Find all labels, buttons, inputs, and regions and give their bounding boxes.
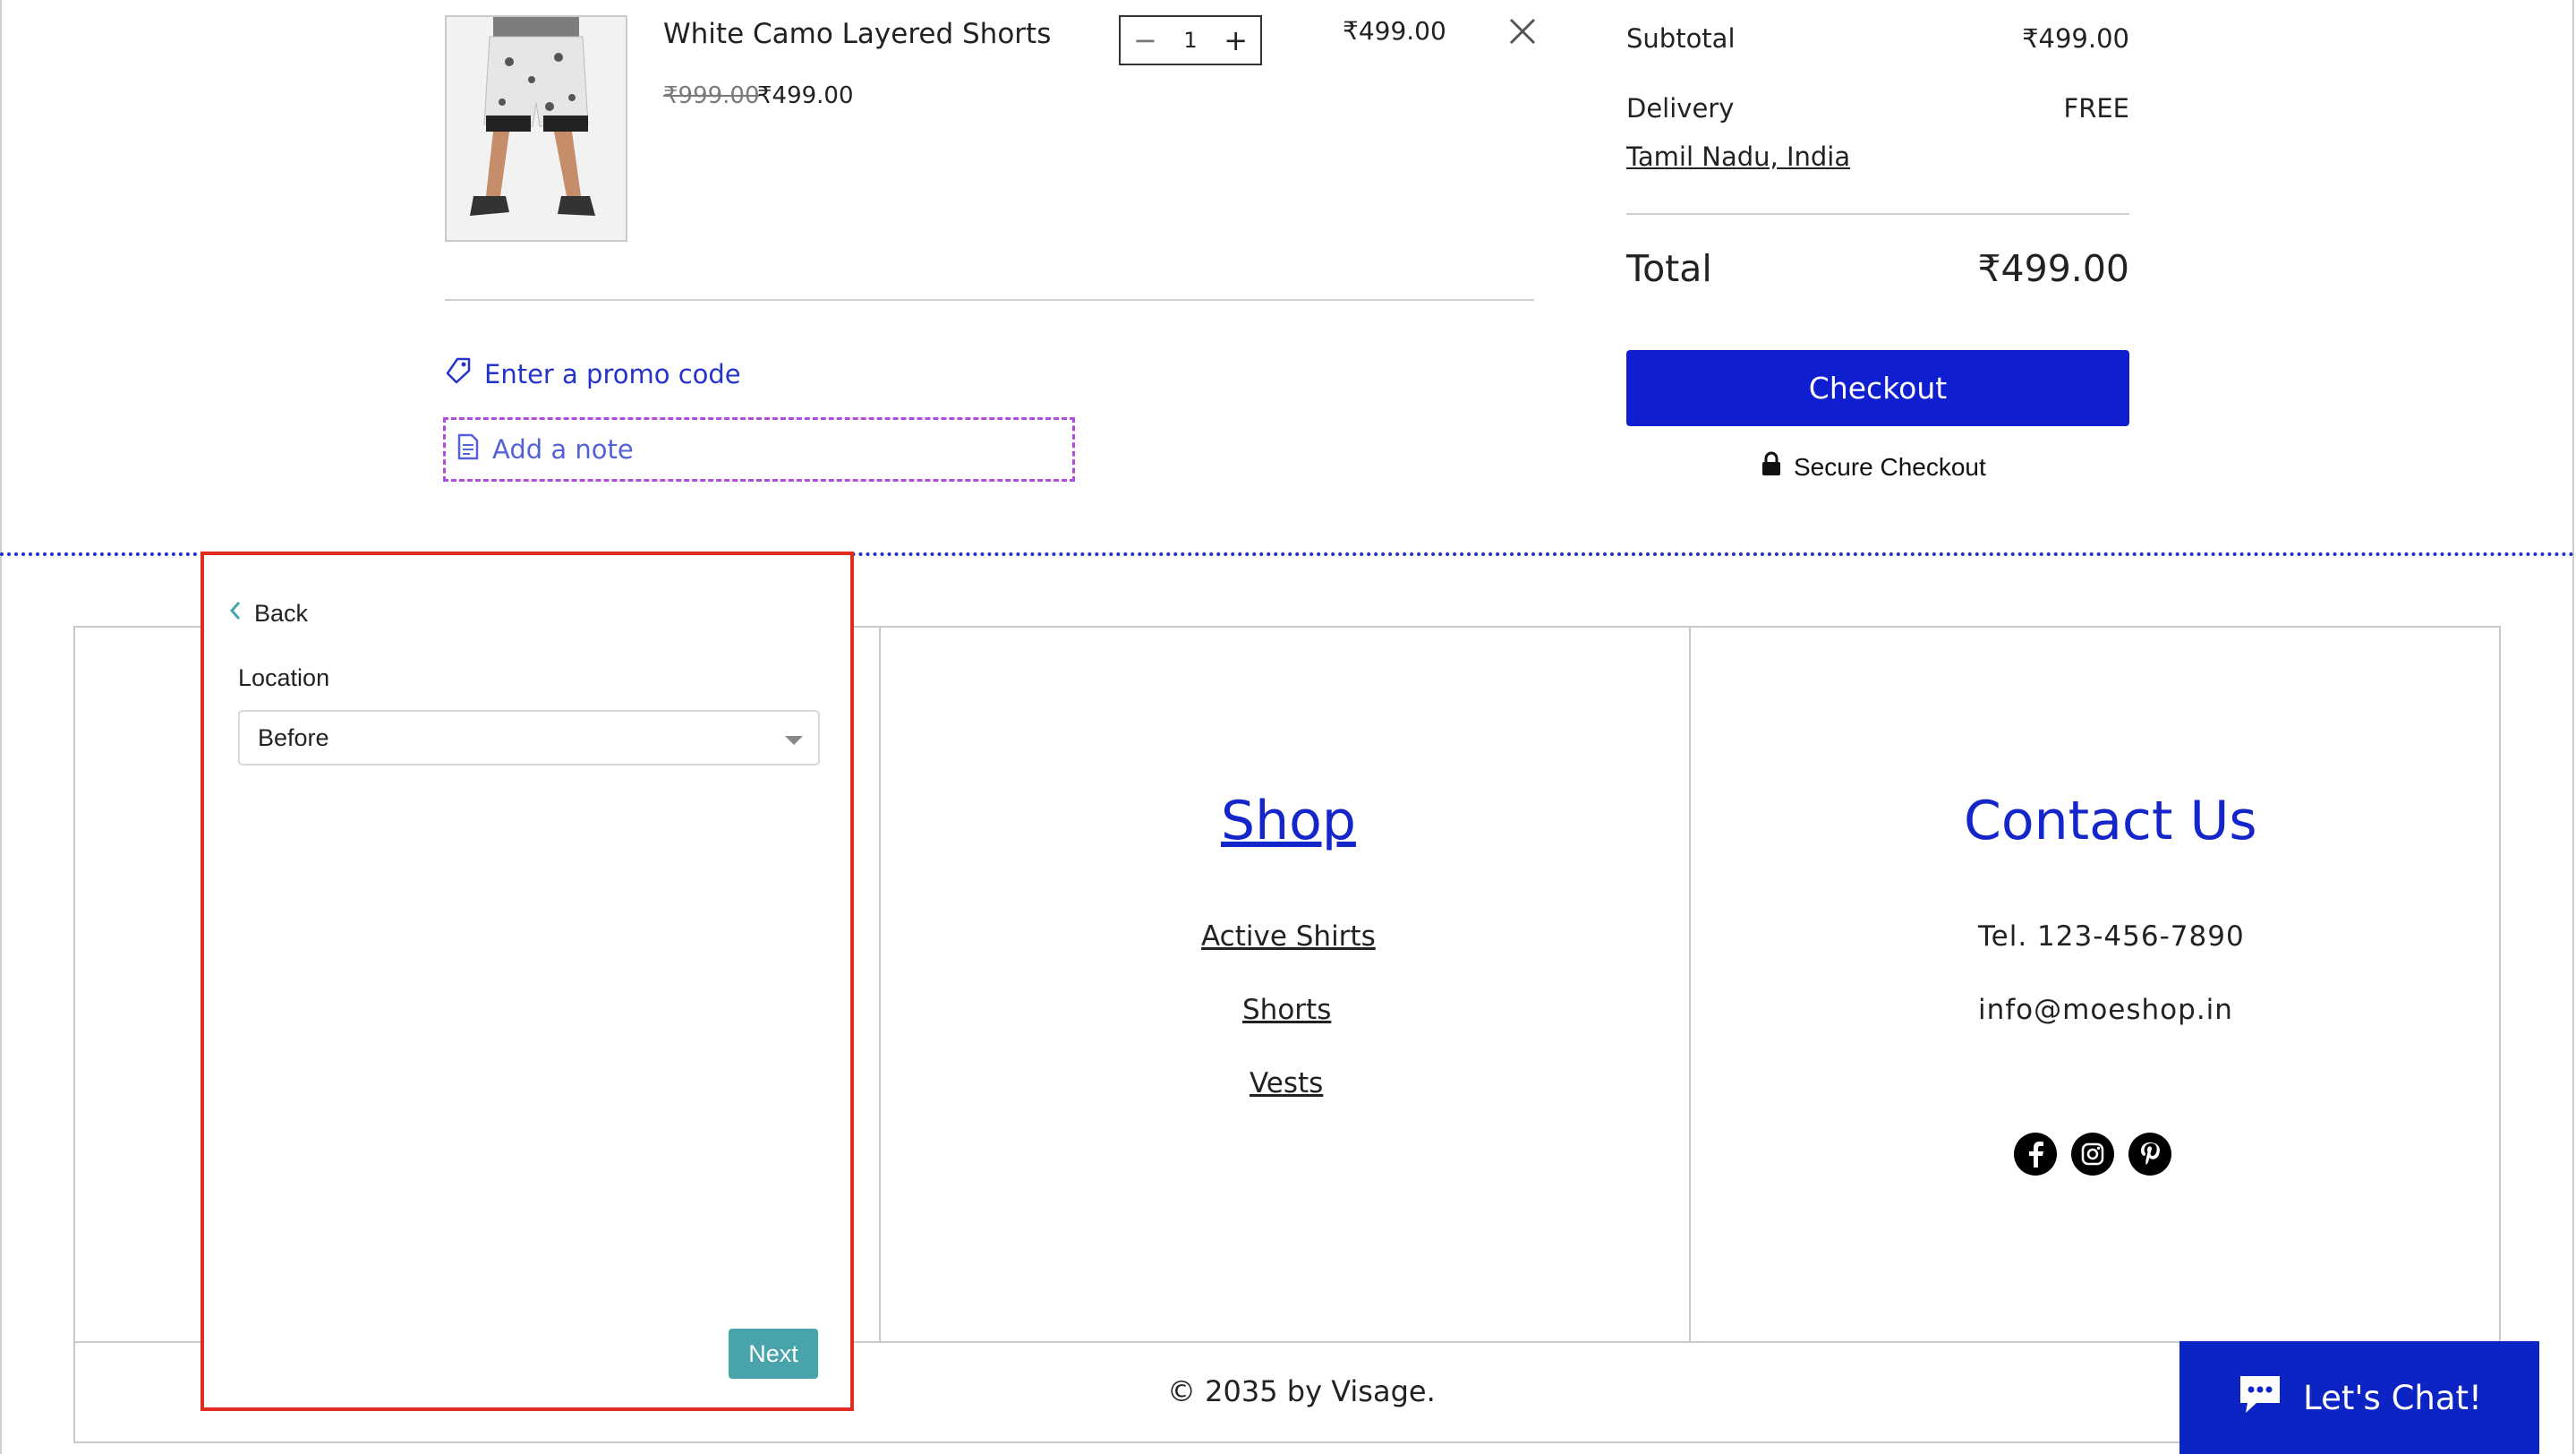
back-button[interactable]: Back [229, 600, 308, 628]
total-value: ₹499.00 [1977, 247, 2129, 290]
total-label: Total [1626, 247, 1712, 290]
line-total: ₹499.00 [1343, 16, 1446, 46]
secure-checkout: Secure Checkout [1761, 451, 1986, 483]
footer-link-active-shirts[interactable]: Active Shirts [1201, 920, 1376, 953]
product-image[interactable] [445, 15, 627, 242]
location-select[interactable]: Before [238, 710, 820, 765]
product-old-price: ₹999.00 [663, 82, 760, 109]
footer-link-vests[interactable]: Vests [1250, 1067, 1323, 1099]
footer-column-divider [879, 626, 881, 1342]
chevron-down-icon [784, 724, 804, 752]
subtotal-label: Subtotal [1626, 23, 1736, 54]
delivery-label: Delivery [1626, 93, 1735, 124]
location-select-value: Before [258, 723, 329, 751]
footer-link-shorts[interactable]: Shorts [1242, 994, 1331, 1026]
footer-contact-title: Contact Us [1964, 790, 2257, 852]
lock-icon [1761, 451, 1781, 483]
promo-code-link[interactable]: Enter a promo code [445, 356, 741, 391]
chat-button[interactable]: Let's Chat! [2179, 1341, 2539, 1454]
add-note-label: Add a note [492, 434, 634, 465]
chevron-left-icon [229, 600, 242, 628]
add-note-link[interactable]: Add a note [443, 417, 1075, 482]
next-button[interactable]: Next [729, 1329, 818, 1379]
product-price: ₹499.00 [757, 82, 854, 109]
location-label: Location [238, 664, 330, 691]
page-frame-left [0, 0, 2, 1454]
social-bar [2014, 1133, 2171, 1176]
footer-email[interactable]: info@moeshop.in [1978, 994, 2233, 1026]
footer-column-divider [1689, 626, 1691, 1342]
delivery-region-link[interactable]: Tamil Nadu, India [1626, 141, 1850, 172]
back-label: Back [254, 600, 309, 627]
page-frame-right [2572, 0, 2574, 1454]
chat-bubble-icon [2237, 1373, 2283, 1424]
remove-item-close-icon[interactable] [1507, 16, 1538, 47]
footer-shop-title[interactable]: Shop [1221, 790, 1356, 852]
delivery-value: FREE [2063, 93, 2129, 124]
tag-icon [445, 356, 472, 391]
checkout-button[interactable]: Checkout [1626, 350, 2129, 426]
chat-label: Let's Chat! [2303, 1378, 2482, 1417]
location-panel: Back Location Before Next [200, 552, 854, 1411]
copyright: © 2035 by Visage. [1167, 1374, 1436, 1408]
summary-divider [1626, 213, 2129, 215]
cart-divider [445, 299, 1534, 301]
subtotal-value: ₹499.00 [2022, 23, 2129, 54]
secure-checkout-label: Secure Checkout [1794, 452, 1986, 481]
note-icon [456, 433, 480, 466]
quantity-stepper[interactable]: − 1 + [1119, 15, 1262, 65]
facebook-icon[interactable] [2014, 1133, 2057, 1176]
increment-button[interactable]: + [1224, 26, 1248, 55]
decrement-button[interactable]: − [1133, 26, 1157, 55]
instagram-icon[interactable] [2071, 1133, 2114, 1176]
promo-code-label: Enter a promo code [484, 358, 741, 389]
pinterest-icon[interactable] [2128, 1133, 2171, 1176]
footer-phone: Tel. 123-456-7890 [1978, 920, 2245, 953]
product-name[interactable]: White Camo Layered Shorts [663, 18, 1051, 50]
quantity-value[interactable]: 1 [1183, 28, 1197, 53]
